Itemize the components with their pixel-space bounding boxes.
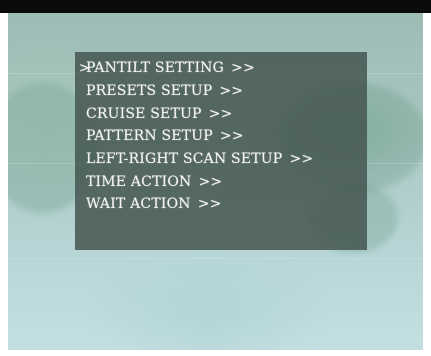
menu-item-time-action[interactable]: TIME ACTION >> — [79, 170, 313, 193]
menu-item-label: TIME ACTION — [86, 173, 192, 190]
submenu-arrow-icon: >> — [219, 83, 244, 100]
menu-item-wait-action[interactable]: WAIT ACTION >> — [79, 193, 313, 216]
osd-menu-panel: > PANTILT SETTING >> PRESETS SETUP >> CR… — [75, 52, 367, 250]
submenu-arrow-icon: >> — [289, 151, 314, 168]
submenu-arrow-icon: >> — [231, 60, 255, 77]
camera-screen: > PANTILT SETTING >> PRESETS SETUP >> CR… — [0, 0, 431, 356]
top-border-bar — [0, 0, 431, 13]
menu-item-label: PANTILT SETTING — [86, 60, 225, 77]
menu-item-label: CRUISE SETUP — [86, 105, 202, 122]
menu-cursor-icon: > — [79, 60, 91, 76]
menu-item-presets-setup[interactable]: PRESETS SETUP >> — [79, 80, 313, 103]
submenu-arrow-icon: >> — [197, 196, 222, 213]
osd-menu-list: > PANTILT SETTING >> PRESETS SETUP >> CR… — [79, 57, 313, 216]
menu-item-pattern-setup[interactable]: PATTERN SETUP >> — [79, 125, 313, 148]
menu-item-label: PRESETS SETUP — [86, 83, 213, 100]
menu-item-label: PATTERN SETUP — [86, 128, 213, 145]
submenu-arrow-icon: >> — [198, 173, 223, 190]
menu-item-cruise-setup[interactable]: CRUISE SETUP >> — [79, 102, 313, 125]
map-grid-line — [8, 258, 423, 259]
submenu-arrow-icon: >> — [208, 105, 233, 122]
menu-item-pantilt-setting[interactable]: > PANTILT SETTING >> — [79, 57, 313, 80]
menu-item-label: LEFT-RIGHT SCAN SETUP — [86, 151, 283, 168]
menu-item-label: WAIT ACTION — [86, 196, 191, 213]
submenu-arrow-icon: >> — [219, 128, 244, 145]
menu-item-left-right-scan-setup[interactable]: LEFT-RIGHT SCAN SETUP >> — [79, 148, 313, 171]
